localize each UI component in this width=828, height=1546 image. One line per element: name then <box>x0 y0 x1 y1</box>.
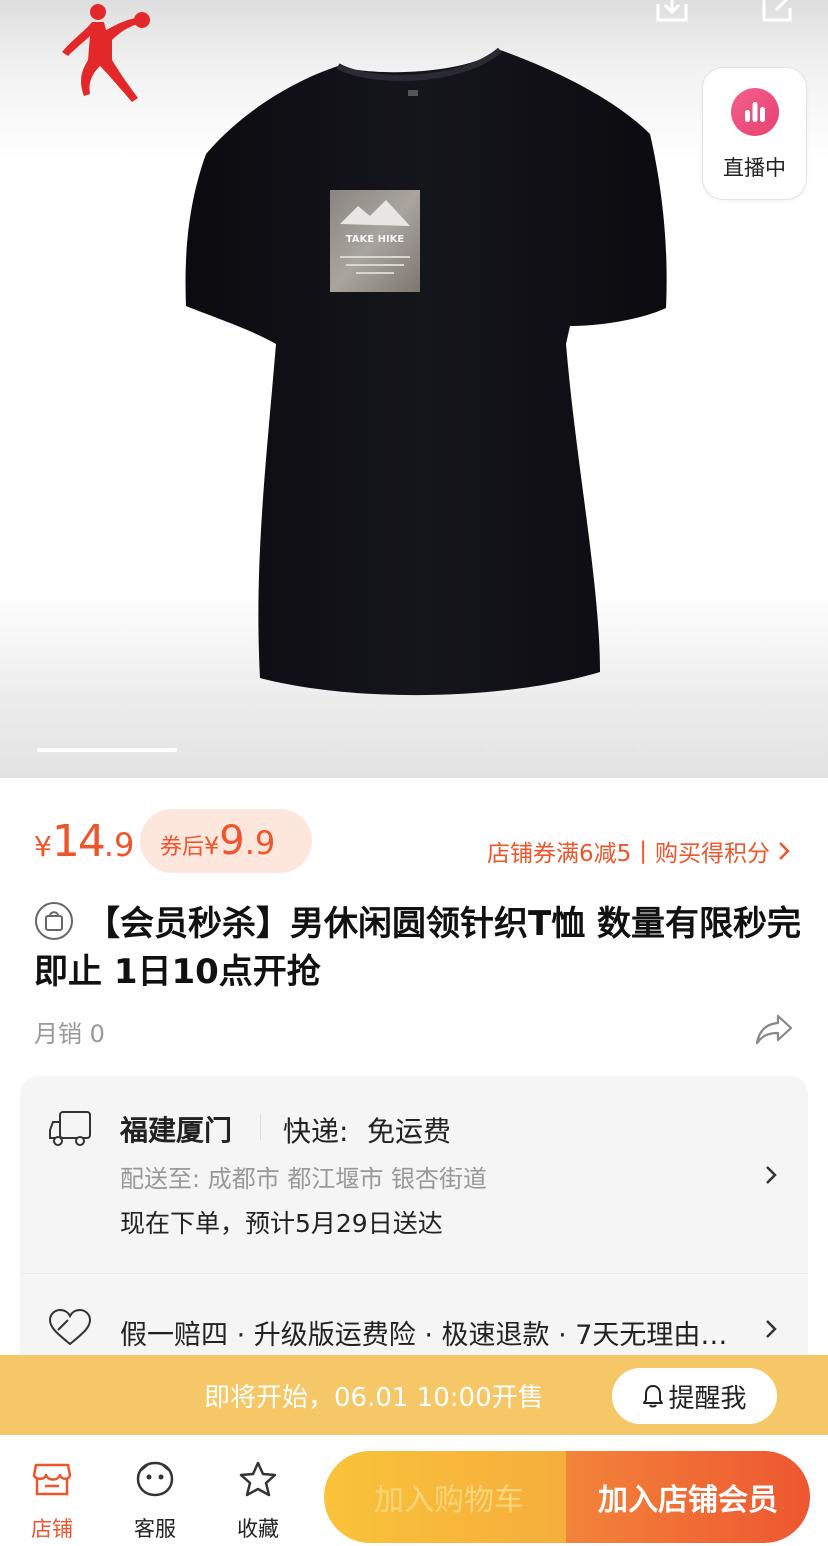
guarantee-heart-icon <box>48 1308 92 1346</box>
join-member-label: 加入店铺会员 <box>598 1483 778 1518</box>
tab-favorite-label: 收藏 <box>237 1517 279 1541</box>
promo-separator: | <box>639 838 647 864</box>
tab-customer-service[interactable]: 客服 <box>115 1457 195 1543</box>
carousel-indicator[interactable] <box>650 748 790 752</box>
service-guarantees[interactable]: 假一赔四 · 升级版运费险 · 极速退款 · 7天无理由退换 <box>120 1313 730 1352</box>
remind-me-button[interactable]: 提醒我 <box>612 1368 777 1424</box>
shopping-bag-icon <box>35 902 73 940</box>
currency-symbol: ¥ <box>204 832 220 860</box>
live-chart-icon <box>730 88 779 136</box>
carousel-indicator[interactable] <box>497 748 637 752</box>
sale-reminder-bar: 即将开始，06.01 10:00开售 提醒我 <box>0 1355 828 1435</box>
tab-store-label: 店铺 <box>31 1517 73 1541</box>
sale-start-text: 即将开始，06.01 10:00开售 <box>204 1383 544 1413</box>
divider <box>20 1273 808 1274</box>
tab-favorite[interactable]: 收藏 <box>218 1457 298 1543</box>
star-icon <box>239 1461 277 1497</box>
price-decimal: .9 <box>103 826 135 864</box>
coupon-price-pill: 券后¥9.9 <box>140 809 312 873</box>
share-icon[interactable] <box>754 1012 794 1046</box>
delivery-card: 福建厦门 快递: 免运费 配送至: 成都市 都江堰市 银杏街道 现在下单，预计5… <box>20 1076 808 1366</box>
chevron-right-icon[interactable] <box>764 1318 778 1340</box>
coupon-price-label: 券后 <box>160 835 205 860</box>
delivery-eta: 现在下单，预计5月29日送达 <box>120 1209 443 1238</box>
live-label: 直播中 <box>723 156 786 180</box>
delivery-address[interactable]: 配送至: 成都市 都江堰市 银杏街道 <box>120 1159 487 1194</box>
truck-icon <box>49 1111 91 1146</box>
coupon-price-integer: 9 <box>219 818 245 864</box>
divider <box>260 1114 261 1140</box>
carousel-indicator[interactable] <box>344 748 484 752</box>
live-stream-badge[interactable]: 直播中 <box>703 68 806 199</box>
edit-share-icon[interactable] <box>760 0 796 24</box>
tab-customer-service-label: 客服 <box>134 1517 176 1541</box>
join-member-button[interactable]: 加入店铺会员 <box>566 1451 810 1543</box>
download-icon[interactable] <box>654 0 690 24</box>
store-coupon-text: 店铺券满6减5 <box>486 841 632 867</box>
points-text: 购买得积分 <box>655 841 770 867</box>
product-image-carousel[interactable]: 直播中 TAKE HIKE <box>0 0 828 778</box>
express-label: 快递: <box>283 1115 349 1148</box>
product-tshirt-image: TAKE HIKE <box>185 47 667 696</box>
monthly-sales: 月销 0 <box>34 1020 105 1048</box>
promo-link[interactable]: 店铺券满6减5 | 购买得积分 <box>487 834 790 868</box>
currency-symbol: ¥ <box>34 830 52 863</box>
coupon-price-decimal: .9 <box>244 824 276 862</box>
chevron-right-icon[interactable] <box>764 1164 778 1186</box>
bell-icon <box>643 1385 664 1408</box>
customer-service-icon <box>136 1461 174 1497</box>
product-info-section: ¥14.9 券后¥9.9 店铺券满6减5 | 购买得积分 【会员秒杀】男休闲圆领… <box>0 778 828 1366</box>
tshirt-print-text: TAKE HIKE <box>346 234 405 245</box>
brand-logo <box>62 4 150 102</box>
product-title: 【会员秒杀】男休闲圆领针织T恤 数量有限秒完即止 1日10点开抢 <box>34 900 804 996</box>
carousel-indicator[interactable] <box>190 748 330 752</box>
carousel-indicator[interactable] <box>37 748 177 752</box>
ship-origin: 福建厦门 <box>120 1114 233 1147</box>
remind-me-label: 提醒我 <box>668 1383 747 1414</box>
shipping-fee: 免运费 <box>367 1115 452 1148</box>
add-to-cart-label: 加入购物车 <box>374 1483 524 1518</box>
store-icon <box>32 1463 72 1496</box>
add-to-cart-button[interactable]: 加入购物车 <box>324 1451 574 1543</box>
original-price: ¥14.9 <box>34 816 134 867</box>
bottom-action-bar: 店铺 客服 收藏 加入购物车 加入店铺会员 <box>0 1435 828 1546</box>
tab-store[interactable]: 店铺 <box>12 1457 92 1543</box>
chevron-right-icon <box>779 842 790 860</box>
price-integer: 14 <box>51 816 106 867</box>
product-title-text: 【会员秒杀】男休闲圆领针织T恤 数量有限秒完即止 1日10点开抢 <box>34 904 802 992</box>
